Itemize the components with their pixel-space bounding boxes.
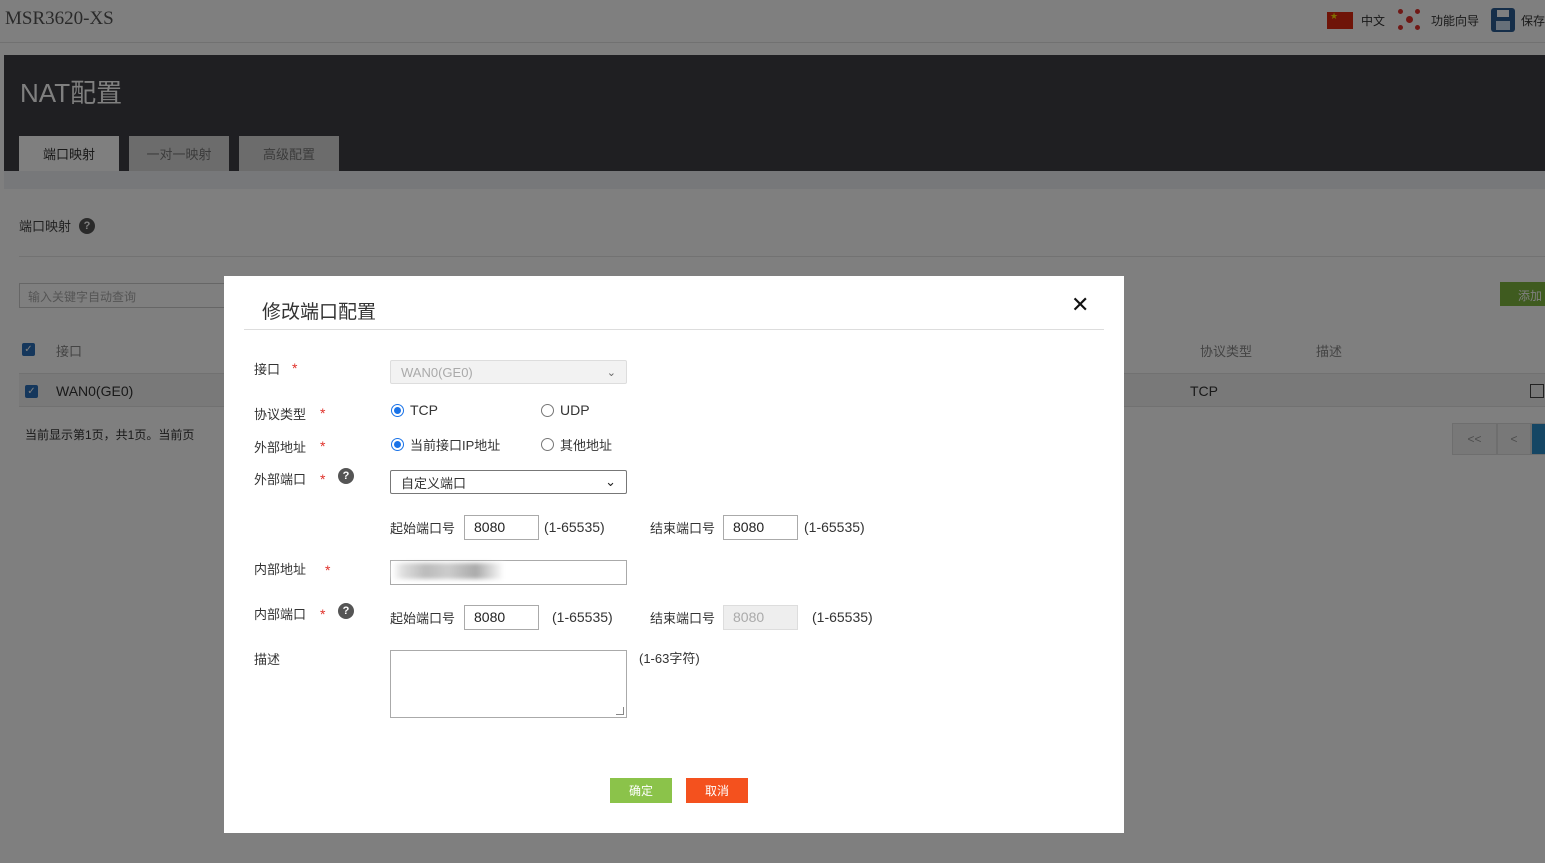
chevron-down-icon: ⌄ (605, 474, 616, 489)
dialog-divider (244, 329, 1104, 330)
internal-address-label: 内部地址 (254, 562, 307, 577)
internal-port-label: 内部端口 (254, 607, 307, 622)
chevron-down-icon: ⌄ (606, 366, 616, 379)
ext-end-port-input[interactable]: 8080 (723, 515, 798, 540)
radio-unchecked-icon (541, 403, 554, 417)
radio-tcp-label: TCP (410, 402, 438, 418)
int-end-port-label: 结束端口号 (650, 611, 716, 626)
cancel-button[interactable]: 取消 (686, 778, 748, 803)
confirm-button[interactable]: 确定 (610, 778, 672, 803)
ext-end-port-label: 结束端口号 (650, 521, 716, 536)
radio-tcp[interactable]: TCP (391, 402, 438, 418)
redacted-ip (392, 563, 504, 579)
interface-select: WAN0(GE0) ⌄ (390, 360, 627, 384)
dialog-title: 修改端口配置 (262, 302, 377, 323)
radio-udp-label: UDP (560, 402, 590, 418)
ext-start-port-label: 起始端口号 (390, 521, 456, 536)
radio-current-ip[interactable]: 当前接口IP地址 (391, 435, 500, 454)
help-icon[interactable]: ? (338, 468, 354, 484)
interface-select-value: WAN0(GE0) (401, 364, 473, 380)
required-mark: * (320, 606, 326, 622)
required-mark: * (292, 360, 298, 376)
int-start-port-range: (1-65535) (552, 609, 613, 625)
radio-other-address-label: 其他地址 (560, 438, 613, 453)
external-address-label: 外部地址 (254, 440, 307, 455)
radio-unchecked-icon (541, 438, 554, 451)
int-start-port-input[interactable]: 8080 (464, 605, 539, 630)
ext-end-port-range: (1-65535) (804, 519, 865, 535)
radio-other-address[interactable]: 其他地址 (541, 435, 612, 454)
help-icon[interactable]: ? (338, 603, 354, 619)
required-mark: * (325, 562, 331, 578)
int-end-port-range: (1-65535) (812, 609, 873, 625)
external-port-label: 外部端口 (254, 472, 307, 487)
int-start-port-label: 起始端口号 (390, 611, 456, 626)
external-port-select-value: 自定义端口 (401, 475, 467, 491)
description-hint: (1-63字符) (639, 651, 700, 666)
required-mark: * (320, 438, 326, 454)
description-label: 描述 (254, 652, 281, 667)
description-textarea[interactable] (390, 650, 627, 718)
required-mark: * (320, 471, 326, 487)
radio-udp[interactable]: UDP (541, 402, 590, 418)
external-port-select[interactable]: 自定义端口 ⌄ (390, 470, 627, 494)
radio-current-ip-label: 当前接口IP地址 (410, 438, 501, 453)
ext-start-port-range: (1-65535) (544, 519, 605, 535)
radio-checked-icon (391, 438, 404, 451)
int-end-port-input: 8080 (723, 605, 798, 630)
interface-label: 接口 (254, 362, 281, 377)
edit-port-dialog: 修改端口配置 ✕ 接口 * WAN0(GE0) ⌄ 协议类型 * TCP UDP… (224, 276, 1124, 833)
close-icon[interactable]: ✕ (1071, 292, 1089, 318)
ext-start-port-input[interactable]: 8080 (464, 515, 539, 540)
required-mark: * (320, 405, 326, 421)
radio-checked-icon (391, 403, 404, 417)
protocol-label: 协议类型 (254, 407, 307, 422)
